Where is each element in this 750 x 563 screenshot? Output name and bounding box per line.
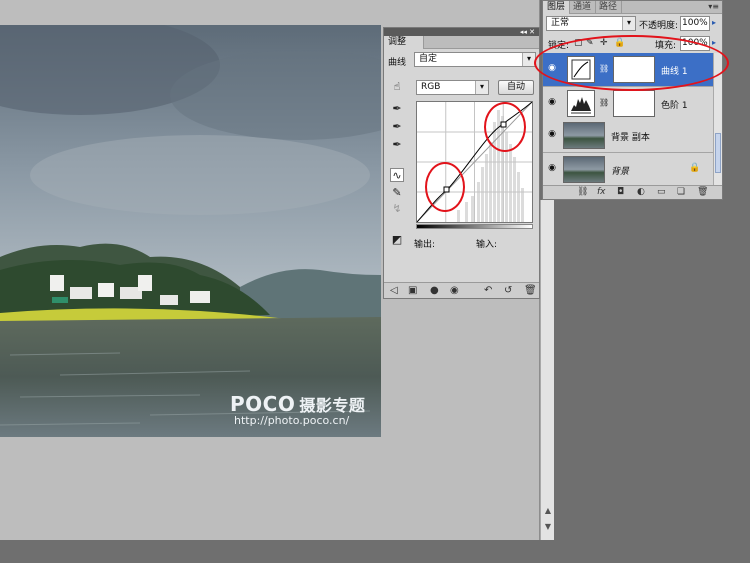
- input-label: 输入:: [476, 240, 498, 250]
- preset-row: 曲线 自定 ▾: [388, 52, 536, 68]
- opacity-input[interactable]: 100%: [680, 16, 710, 31]
- collapse-icon[interactable]: ◂◂: [520, 28, 527, 36]
- poco-watermark: POCO 摄影专题 http://photo.poco.cn/: [230, 392, 365, 427]
- layer-mask-thumbnail[interactable]: [613, 90, 655, 117]
- watermark-brand: POCO: [230, 392, 296, 416]
- curve-tool-icon[interactable]: ∿: [390, 168, 404, 182]
- clipping-display-icon[interactable]: ◩: [390, 233, 404, 247]
- hand-tool-icon[interactable]: ☝: [390, 80, 404, 94]
- watermark-brand-cn: 摄影专题: [299, 396, 366, 415]
- layer-row-background-copy[interactable]: ◉ 背景 副本: [543, 119, 713, 153]
- auto-button[interactable]: 自动: [498, 80, 534, 95]
- preset-select[interactable]: 自定 ▾: [414, 52, 536, 67]
- opacity-arrow-icon[interactable]: ▸: [712, 18, 716, 27]
- adjustments-footer: ◁ ▣ ● ◉ ↶ ↺ 🗑: [384, 282, 539, 298]
- blend-mode-value: 正常: [551, 18, 570, 28]
- lock-icon: 🔒: [689, 163, 701, 173]
- annotation-circle-shadows: [425, 162, 465, 212]
- document-image[interactable]: [0, 25, 381, 437]
- blend-mode-select[interactable]: 正常 ▾: [546, 16, 636, 31]
- channel-value: RGB: [421, 82, 441, 92]
- watermark-url: http://photo.poco.cn/: [234, 414, 350, 427]
- document-vertical-scrollbar[interactable]: ▲ ▼: [540, 200, 554, 540]
- preset-value: 自定: [419, 54, 438, 64]
- image-thumbnail: [563, 122, 605, 149]
- tab-layers[interactable]: 图层: [543, 1, 571, 14]
- input-gradient-bar: [416, 224, 533, 229]
- channel-select[interactable]: RGB ▾: [416, 80, 489, 95]
- output-label: 输出:: [414, 240, 436, 250]
- add-mask-icon[interactable]: ◘: [617, 187, 624, 197]
- annotation-circle-highlights: [484, 102, 526, 152]
- dropdown-arrow-icon: ▾: [475, 81, 488, 94]
- dropdown-arrow-icon: ▾: [522, 53, 535, 66]
- layers-panel: 图层 通道 路径 ▾≡ 正常 ▾ 不透明度: 100% ▸ 锁定: ▢ ✎ ✛ …: [542, 0, 723, 200]
- layer-name[interactable]: 背景: [611, 164, 629, 177]
- tab-paths[interactable]: 路径: [595, 1, 623, 14]
- dropdown-arrow-icon: ▾: [622, 17, 635, 30]
- eye-icon[interactable]: ◉: [545, 129, 559, 141]
- layer-row-levels[interactable]: ◉ ⛓ 色阶 1: [543, 87, 713, 121]
- eye-icon[interactable]: ◉: [545, 163, 559, 175]
- clip-layer-icon[interactable]: ●: [430, 285, 439, 297]
- link-icon[interactable]: ⛓: [599, 98, 609, 107]
- layers-footer: ⛓ fx ◘ ◐ ▭ ❏ 🗑: [543, 185, 722, 199]
- annotation-ellipse-curves-layer: [534, 35, 729, 91]
- previous-state-icon[interactable]: ↶: [484, 285, 492, 297]
- scroll-down-icon[interactable]: ▼: [543, 522, 553, 532]
- trash-icon[interactable]: 🗑: [524, 285, 537, 297]
- tab-channels[interactable]: 通道: [569, 1, 597, 14]
- adjustments-panel: ◂◂ ✕ 调整 曲线 自定 ▾ ☝ RGB ▾ 自动 ✒ ✒ ✒ ∿ ✎ ↯ ◩…: [383, 27, 540, 299]
- scroll-thumb[interactable]: [715, 133, 721, 173]
- new-adjustment-icon[interactable]: ◐: [637, 187, 645, 197]
- panel-menu-icon[interactable]: ▾≡: [708, 1, 719, 13]
- levels-thumb-svg: [571, 97, 591, 114]
- back-arrow-icon[interactable]: ◁: [390, 285, 398, 297]
- landscape-photo: [0, 25, 381, 437]
- folder-icon[interactable]: ▭: [657, 187, 666, 197]
- blend-opacity-row: 正常 ▾ 不透明度: 100% ▸: [546, 16, 719, 32]
- reset-icon[interactable]: ↺: [504, 285, 512, 297]
- trash-icon[interactable]: 🗑: [697, 187, 708, 197]
- image-thumbnail: [563, 156, 605, 183]
- layer-view-icon[interactable]: ▣: [408, 285, 417, 297]
- tab-adjustments[interactable]: 调整: [384, 36, 424, 49]
- preset-label: 曲线: [388, 58, 407, 68]
- eyedropper-black-icon[interactable]: ✒: [390, 102, 404, 116]
- layer-name[interactable]: 色阶 1: [661, 98, 688, 111]
- layer-row-background[interactable]: ◉ 背景 🔒: [543, 153, 713, 187]
- fx-icon[interactable]: fx: [597, 187, 606, 197]
- layers-tab-bar: 图层 通道 路径 ▾≡: [543, 1, 722, 14]
- new-layer-icon[interactable]: ❏: [677, 187, 685, 197]
- adjustments-panel-titlebar[interactable]: ◂◂ ✕: [384, 28, 539, 36]
- opacity-label: 不透明度:: [639, 21, 679, 31]
- close-icon[interactable]: ✕: [529, 28, 535, 36]
- eye-icon[interactable]: ◉: [545, 97, 559, 109]
- link-layers-icon[interactable]: ⛓: [577, 187, 588, 197]
- pencil-icon[interactable]: ✎: [390, 186, 404, 200]
- status-bar: [0, 540, 750, 563]
- layer-name[interactable]: 背景 副本: [611, 130, 650, 143]
- visibility-eye-icon[interactable]: ◉: [450, 285, 459, 297]
- fill-arrow-icon[interactable]: ▸: [712, 38, 716, 47]
- eyedropper-gray-icon[interactable]: ✒: [390, 120, 404, 134]
- scroll-up-icon[interactable]: ▲: [543, 506, 553, 516]
- eyedropper-white-icon[interactable]: ✒: [390, 138, 404, 152]
- levels-adjustment-icon: [567, 90, 595, 117]
- smooth-icon[interactable]: ↯: [390, 202, 404, 216]
